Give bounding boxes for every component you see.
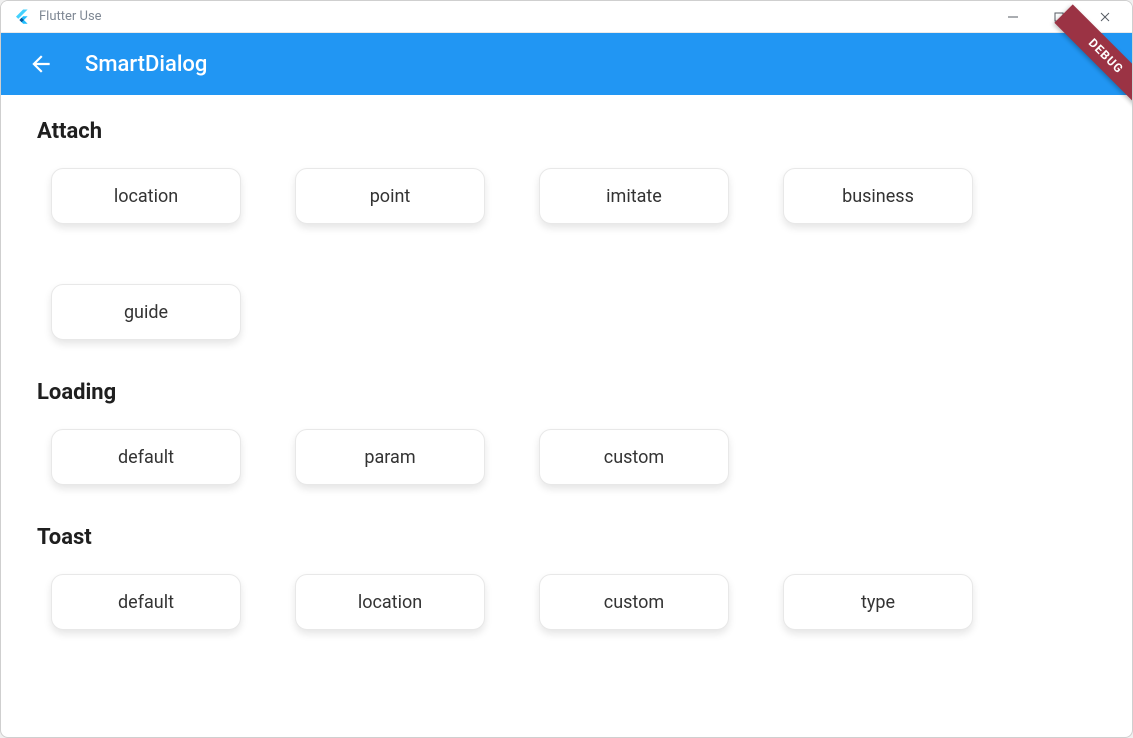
demo-button-param[interactable]: param bbox=[295, 429, 485, 485]
flutter-logo-icon bbox=[13, 8, 31, 26]
demo-button-label: location bbox=[358, 592, 422, 613]
demo-button-custom[interactable]: custom bbox=[539, 429, 729, 485]
demo-button-label: location bbox=[114, 186, 178, 207]
window-close-button[interactable] bbox=[1082, 1, 1128, 32]
demo-button-label: default bbox=[118, 447, 174, 468]
window-minimize-button[interactable] bbox=[990, 1, 1036, 32]
window-title: Flutter Use bbox=[39, 9, 102, 24]
window-titlebar: Flutter Use bbox=[1, 1, 1132, 33]
demo-button-label: default bbox=[118, 592, 174, 613]
demo-button-type[interactable]: type bbox=[783, 574, 973, 630]
demo-button-label: param bbox=[364, 447, 415, 468]
button-grid: default param custom bbox=[37, 429, 1096, 485]
section-loading: Loading default param custom bbox=[37, 380, 1096, 485]
demo-button-label: type bbox=[861, 592, 895, 613]
demo-button-location[interactable]: location bbox=[51, 168, 241, 224]
demo-button-imitate[interactable]: imitate bbox=[539, 168, 729, 224]
demo-button-location[interactable]: location bbox=[295, 574, 485, 630]
demo-button-label: business bbox=[842, 186, 914, 207]
demo-button-business[interactable]: business bbox=[783, 168, 973, 224]
back-button[interactable] bbox=[25, 48, 57, 80]
section-attach: Attach location point imitate business guide bbox=[37, 119, 1096, 340]
demo-button-custom[interactable]: custom bbox=[539, 574, 729, 630]
demo-button-label: custom bbox=[604, 447, 664, 468]
demo-button-label: custom bbox=[604, 592, 664, 613]
section-title: Loading bbox=[37, 380, 1096, 405]
demo-button-label: point bbox=[370, 186, 411, 207]
content-scroll-area[interactable]: Attach location point imitate business guide L… bbox=[1, 95, 1132, 737]
demo-button-label: guide bbox=[124, 302, 168, 323]
section-toast: Toast default location custom type bbox=[37, 525, 1096, 630]
demo-button-label: imitate bbox=[606, 186, 662, 207]
window-controls bbox=[990, 1, 1128, 32]
app-bar: SmartDialog DEBUG bbox=[1, 33, 1132, 95]
section-title: Toast bbox=[37, 525, 1096, 550]
demo-button-point[interactable]: point bbox=[295, 168, 485, 224]
button-grid: location point imitate business guide bbox=[37, 168, 1096, 340]
section-title: Attach bbox=[37, 119, 1096, 144]
demo-button-default[interactable]: default bbox=[51, 574, 241, 630]
app-title: SmartDialog bbox=[85, 52, 207, 77]
demo-button-guide[interactable]: guide bbox=[51, 284, 241, 340]
window-maximize-button[interactable] bbox=[1036, 1, 1082, 32]
app-window: Flutter Use SmartDialog DEBUG Attach loca… bbox=[0, 0, 1133, 738]
demo-button-default[interactable]: default bbox=[51, 429, 241, 485]
button-grid: default location custom type bbox=[37, 574, 1096, 630]
